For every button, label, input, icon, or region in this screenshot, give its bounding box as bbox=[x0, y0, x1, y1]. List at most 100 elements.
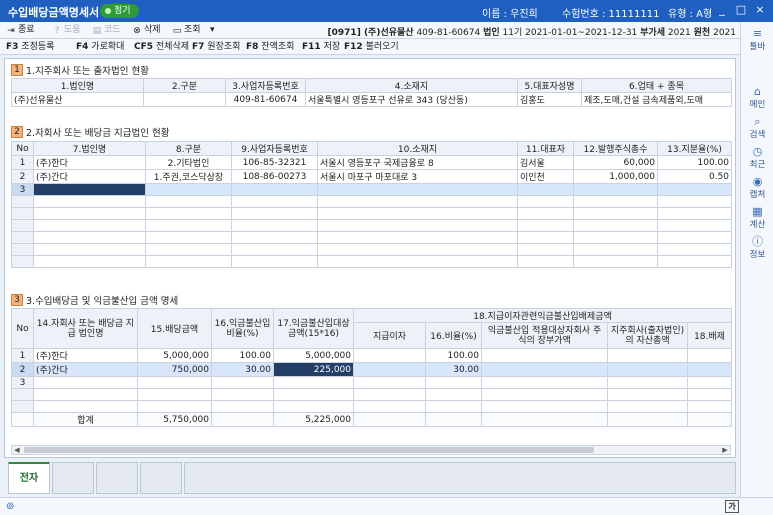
table-row[interactable]: 2 (주)간다 1.주권,코스닥상장 108-86-00273 서울시 마포구 … bbox=[11, 169, 732, 184]
more-menu-button[interactable]: ▾ bbox=[210, 24, 215, 37]
search-icon: ⌕ bbox=[754, 115, 761, 128]
table-row-empty[interactable] bbox=[11, 255, 732, 268]
scroll-thumb[interactable] bbox=[24, 447, 594, 453]
active-cell[interactable]: 225,000 bbox=[273, 362, 354, 377]
sidebar-item-search[interactable]: ⌕ 검색 bbox=[741, 115, 773, 141]
horizontal-scrollbar[interactable]: ◀ ▶ bbox=[11, 445, 731, 455]
col-header: 지급이자 bbox=[353, 322, 426, 349]
col-header: 16.익금불산입비율(%) bbox=[211, 308, 274, 349]
section2-title: 2 2.자회사 또는 배당금 지급법인 현황 bbox=[11, 125, 170, 139]
bizno-cell[interactable]: 409-81-60674 bbox=[225, 92, 306, 107]
table-row-empty[interactable] bbox=[11, 388, 732, 401]
scroll-right-icon[interactable]: ▶ bbox=[720, 446, 730, 454]
tab-empty[interactable] bbox=[96, 462, 138, 494]
fkey-save[interactable]: F11 저장 bbox=[302, 41, 340, 53]
fkey-balance-lookup[interactable]: F8 잔액조회 bbox=[246, 41, 294, 53]
table-row[interactable]: 1 (주)한다 5,000,000 100.00 5,000,000 100.0… bbox=[11, 348, 732, 363]
table-row[interactable]: 1 (주)한다 2.기타법인 106-85-32321 서울시 영등포구 국제금… bbox=[11, 155, 732, 170]
home-icon: ⌂ bbox=[754, 85, 761, 98]
col-header: 9.사업자등록번호 bbox=[231, 141, 318, 156]
fkey-horizontal-expand[interactable]: F4 가로확대 bbox=[76, 41, 124, 53]
ceo-cell[interactable]: 김홍도 bbox=[517, 92, 582, 107]
col-header: 지주회사(출자법인)의 자산총액 bbox=[607, 322, 688, 349]
table-row-empty[interactable] bbox=[11, 243, 732, 256]
subsidiary-table: No 7.법인명 8.구분 9.사업자등록번호 10.소재지 11.대표자 12… bbox=[11, 141, 732, 268]
bottom-tab-bar: 전자 bbox=[8, 462, 736, 494]
col-header: No bbox=[11, 308, 34, 349]
user-name: 이름 : 우진희 bbox=[482, 9, 538, 20]
section1-title: 1 1.지주회사 또는 출자법인 현황 bbox=[11, 63, 149, 77]
company-name-cell[interactable]: (주)선유물산 bbox=[11, 92, 144, 107]
printer-icon: ▭ bbox=[172, 25, 182, 36]
active-cell[interactable] bbox=[33, 183, 146, 196]
function-key-toolbar: F3 조정등록 F4 가로확대 CF5 전체삭제 F7 원장조회 F8 잔액조회… bbox=[0, 39, 740, 55]
col-header: 1.법인명 bbox=[11, 78, 144, 93]
sidebar-item-toolbar[interactable]: ≡ 툴바 bbox=[741, 27, 773, 53]
col-header: 3.사업자등록번호 bbox=[225, 78, 306, 93]
section3-title: 3 3.수입배당금 및 익금불산입 금액 명세 bbox=[11, 293, 178, 307]
table-row: (주)선유물산 409-81-60674 서울특별시 영등포구 선유로 343 … bbox=[11, 92, 732, 107]
col-header: 5.대표자성명 bbox=[517, 78, 582, 93]
type-cell[interactable] bbox=[143, 92, 226, 107]
col-header: 10.소재지 bbox=[317, 141, 518, 156]
col-header: 8.구분 bbox=[145, 141, 232, 156]
fkey-ledger-lookup[interactable]: F7 원장조회 bbox=[192, 41, 240, 53]
code-button[interactable]: ▤ 코드 bbox=[92, 24, 121, 37]
col-header: 4.소재지 bbox=[305, 78, 518, 93]
dividend-table: No 14.자회사 또는 배당금 지급 법인명 15.배당금액 16.익금불산입… bbox=[11, 308, 732, 427]
table-row-selected[interactable]: 2 (주)간다 750,000 30.00 225,000 30.00 bbox=[11, 362, 732, 377]
fkey-load[interactable]: F12 불러오기 bbox=[344, 41, 399, 53]
col-header: 익금불산입 적용대상자회사 주식의 장부가액 bbox=[481, 322, 608, 349]
address-cell[interactable]: 서울특별시 영등포구 선유로 343 (당산동) bbox=[305, 92, 518, 107]
company-info: [0971] (주)선유물산 409-81-60674 법인 11기 2021-… bbox=[327, 28, 736, 38]
col-header: 7.법인명 bbox=[33, 141, 146, 156]
status-badge[interactable]: 정기 bbox=[100, 4, 139, 18]
col-header: 16.비율(%) bbox=[425, 322, 482, 349]
sidebar-item-main[interactable]: ⌂ 메인 bbox=[741, 85, 773, 111]
close-icon[interactable]: × bbox=[753, 3, 767, 17]
sidebar-item-info[interactable]: ⓘ 정보 bbox=[741, 236, 773, 261]
exit-icon: ⇥ bbox=[7, 25, 15, 36]
tab-empty[interactable] bbox=[52, 462, 94, 494]
tab-electronic[interactable]: 전자 bbox=[8, 462, 50, 494]
maximize-icon[interactable]: □ bbox=[734, 3, 748, 17]
main-panel: 1 1.지주회사 또는 출자법인 현황 1.법인명 2.구분 3.사업자등록번호… bbox=[4, 58, 736, 458]
table-row-empty[interactable] bbox=[11, 231, 732, 244]
right-sidebar: ≡ 툴바 ⌂ 메인 ⌕ 검색 ◷ 최근 ◉ 캡처 ▦ 계산 ⓘ 정보 bbox=[740, 22, 773, 497]
business-type-cell[interactable]: 제조,도매,건설 금속제품외,도매 bbox=[581, 92, 732, 107]
ime-indicator[interactable]: 가 bbox=[725, 500, 739, 513]
fkey-adjust-register[interactable]: F3 조정등록 bbox=[6, 41, 54, 53]
col-header: 6.업태 + 종목 bbox=[581, 78, 732, 93]
table-row-empty[interactable] bbox=[11, 400, 732, 413]
total-row: 합계 5,750,000 5,225,000 bbox=[11, 412, 732, 427]
fkey-delete-all[interactable]: CF5 전체삭제 bbox=[134, 41, 189, 53]
minimize-icon[interactable]: _ bbox=[715, 3, 729, 17]
sidebar-item-recent[interactable]: ◷ 최근 bbox=[741, 146, 773, 171]
col-header: 2.구분 bbox=[143, 78, 226, 93]
menu-icon: ≡ bbox=[752, 27, 763, 40]
lookup-button[interactable]: ▭ 조회 bbox=[172, 24, 201, 37]
help-button[interactable]: ? 도움 bbox=[52, 24, 81, 37]
table-row-empty[interactable] bbox=[11, 195, 732, 208]
connection-icon: ⊚ bbox=[6, 501, 15, 512]
help-icon: ? bbox=[54, 25, 60, 36]
window-title: 수입배당금액명세서 bbox=[8, 6, 100, 19]
title-bar: 수입배당금액명세서 정기 이름 : 우진희 수험번호 : 11111111 유형… bbox=[0, 0, 773, 22]
code-icon: ▤ bbox=[92, 25, 102, 36]
col-header: 14.자회사 또는 배당금 지급 법인명 bbox=[33, 308, 138, 349]
table-row-empty[interactable] bbox=[11, 207, 732, 220]
sidebar-item-capture[interactable]: ◉ 캡처 bbox=[741, 175, 773, 201]
camera-icon: ◉ bbox=[752, 175, 763, 188]
col-header: 13.지분율(%) bbox=[657, 141, 732, 156]
close-button[interactable]: ⇥ 종료 bbox=[6, 24, 34, 37]
table-row-selected[interactable]: 3 bbox=[11, 183, 732, 196]
col-header: 17.익금불산입대상금액(15*16) bbox=[273, 308, 354, 349]
sidebar-item-calculator[interactable]: ▦ 계산 bbox=[741, 205, 773, 231]
delete-button[interactable]: ⊗ 삭제 bbox=[132, 24, 160, 37]
tab-empty[interactable] bbox=[140, 462, 182, 494]
table-row[interactable]: 3 bbox=[11, 376, 732, 389]
tab-area bbox=[184, 462, 736, 494]
calculator-icon: ▦ bbox=[752, 205, 763, 218]
scroll-left-icon[interactable]: ◀ bbox=[12, 446, 22, 454]
table-row-empty[interactable] bbox=[11, 219, 732, 232]
